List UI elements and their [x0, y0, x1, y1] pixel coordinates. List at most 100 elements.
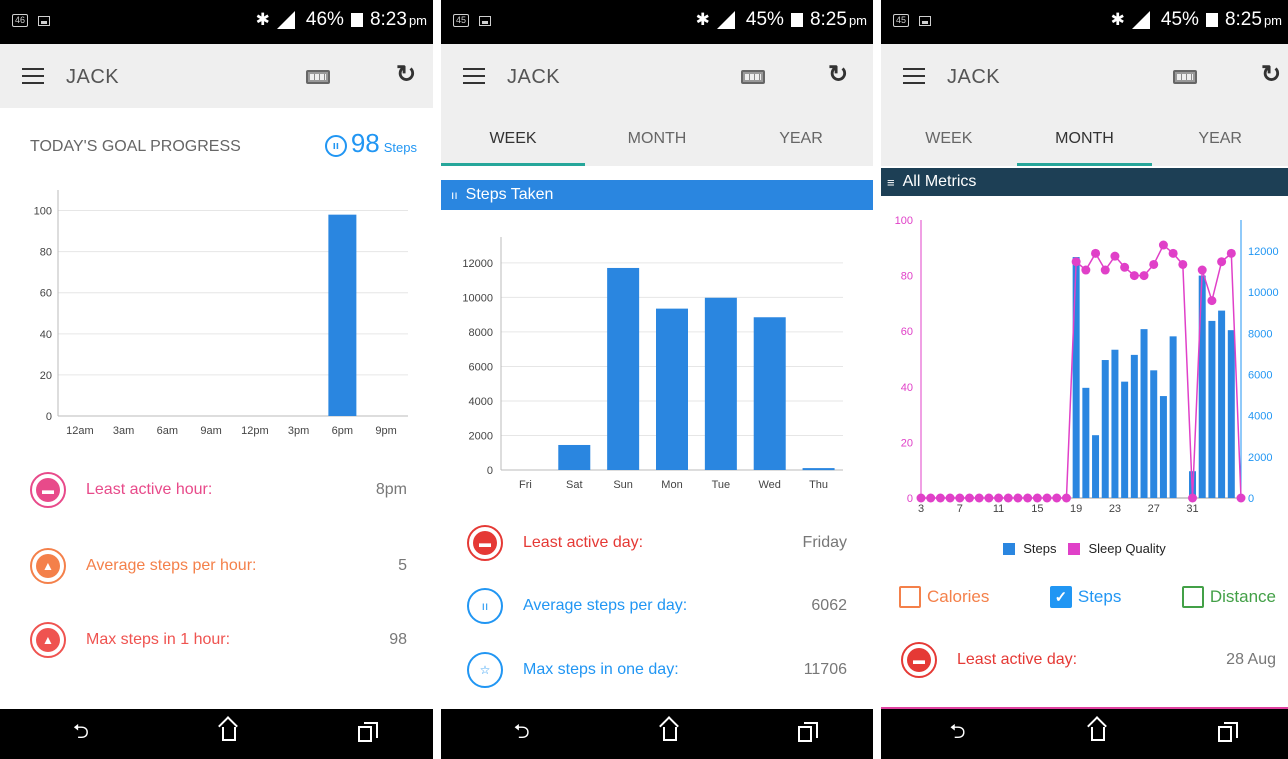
device-battery-icon[interactable] [306, 70, 330, 84]
app-title: JACK [947, 66, 1001, 88]
refresh-icon[interactable]: ↻ [396, 60, 416, 89]
menu-icon[interactable] [903, 68, 925, 84]
stat-row: ▬ Least active hour: 8pm [30, 470, 407, 510]
period-tabs: WEEK MONTH YEAR [881, 108, 1288, 166]
y-right-tick-label: 10000 [1248, 287, 1279, 299]
footsteps-icon: ıı [467, 588, 503, 624]
stat-label: Max steps in one day: [523, 661, 679, 678]
x-tick-label: Fri [519, 479, 532, 491]
refresh-icon[interactable]: ↻ [828, 60, 848, 89]
legend-sleep-quality: Sleep Quality [1088, 541, 1166, 556]
x-tick-label: 19 [1070, 503, 1082, 515]
weekly-steps-chart: 0 2000 4000 6000 8000 10000 12000 Fri Sat Sun Mon T… [462, 237, 843, 491]
sleep-quality-point [1178, 259, 1188, 269]
sleep-quality-point [964, 493, 974, 503]
x-tick-label: Tue [712, 479, 731, 491]
tab-year[interactable]: YEAR [729, 108, 873, 166]
home-icon[interactable] [222, 727, 237, 741]
steps-bar [1169, 336, 1177, 498]
back-icon[interactable]: ⮌ [502, 717, 542, 751]
back-icon[interactable]: ⮌ [938, 717, 978, 751]
battery-percent: 45% [1160, 9, 1199, 30]
steps-bar [1111, 349, 1119, 498]
y-right-tick-label: 12000 [1248, 246, 1279, 258]
notification-badge-icon: 46 [12, 14, 29, 27]
home-icon[interactable] [662, 727, 677, 741]
period-tabs: WEEK MONTH YEAR [441, 108, 873, 166]
home-icon[interactable] [1090, 727, 1105, 741]
x-tick-label: 23 [1109, 503, 1121, 515]
clock-ampm: pm [1263, 12, 1282, 28]
bluetooth-icon: ✱ [695, 10, 710, 29]
x-tick-label: Mon [661, 479, 682, 491]
checkbox-label: Distance [1209, 587, 1276, 606]
battery-status-icon [350, 13, 363, 27]
y-left-tick-label: 80 [901, 271, 913, 283]
y-tick-label: 10000 [462, 292, 493, 304]
checkbox-box[interactable] [899, 586, 921, 608]
y-left-tick-label: 0 [907, 493, 913, 505]
back-icon[interactable]: ⮌ [61, 717, 101, 751]
x-tick-label: Thu [809, 479, 828, 491]
device-battery-icon[interactable] [741, 70, 765, 84]
recent-apps-icon[interactable] [358, 722, 379, 742]
tab-year[interactable]: YEAR [1152, 108, 1288, 166]
bar [558, 444, 591, 470]
system-nav-bar: ⮌ [0, 709, 433, 759]
device-battery-icon[interactable] [1173, 70, 1197, 84]
sleep-quality-point [1100, 265, 1110, 275]
tab-week[interactable]: WEEK [441, 108, 585, 166]
bar [328, 214, 357, 416]
recent-apps-icon[interactable] [1217, 722, 1238, 742]
couch-icon: ▬ [30, 472, 66, 508]
sleep-quality-point [1013, 493, 1023, 503]
y-tick-label: 40 [40, 329, 52, 341]
distance-checkbox[interactable]: Distance [1181, 586, 1276, 608]
metric-toggles: Calories ✓ Steps Distance [899, 586, 1276, 608]
bar [607, 267, 640, 470]
steps-checkbox[interactable]: ✓ Steps [1049, 586, 1122, 608]
x-tick-label: Sun [613, 479, 633, 491]
y-tick-label: 60 [40, 288, 52, 300]
stat-value: 98 [389, 631, 407, 648]
refresh-icon[interactable]: ↻ [1261, 60, 1281, 89]
checkbox-box[interactable] [1181, 586, 1204, 608]
system-nav-bar: ⮌ [881, 709, 1288, 759]
y-left-tick-label: 60 [901, 326, 913, 338]
sleep-quality-point [945, 493, 955, 503]
x-tick-label: 31 [1186, 503, 1198, 515]
sleep-quality-point [1236, 493, 1246, 503]
calories-checkbox[interactable]: Calories [899, 586, 989, 608]
steps-taken-header: ıı Steps Taken [441, 180, 873, 210]
flame-icon: ▲ [30, 548, 66, 584]
menu-icon[interactable] [22, 68, 44, 84]
y-right-tick-label: 8000 [1248, 328, 1272, 340]
section-title: Steps Taken [465, 186, 554, 203]
sleep-quality-line [921, 243, 1242, 499]
x-tick-label: 3 [918, 503, 924, 515]
battery-percent: 45% [745, 9, 784, 30]
clock: 8:23 [369, 9, 407, 30]
system-nav-bar: ⮌ [441, 709, 873, 759]
y-tick-label: 0 [487, 465, 493, 477]
status-bar: 45 ✱ 45% 8:25 pm [881, 0, 1288, 44]
legend-swatch-steps [1003, 542, 1016, 555]
battery-status-icon [1205, 13, 1218, 27]
app-title: JACK [66, 66, 120, 88]
tab-month[interactable]: MONTH [585, 108, 729, 166]
footsteps-icon: ıı [324, 135, 347, 157]
checkbox-label: Steps [1077, 587, 1122, 606]
flame-icon: ▲ [30, 622, 66, 658]
menu-icon[interactable] [463, 68, 485, 84]
tab-week[interactable]: WEEK [881, 108, 1017, 166]
icon-glyph: ▬ [473, 531, 497, 555]
sleep-quality-point [1061, 493, 1071, 503]
recent-apps-icon[interactable] [798, 722, 819, 742]
x-tick-label: 6pm [332, 425, 353, 437]
steps-bar [1092, 435, 1100, 498]
tab-month[interactable]: MONTH [1016, 108, 1153, 166]
clock: 8:25 [809, 9, 847, 30]
legend-swatch-sleep [1068, 542, 1081, 555]
checkmark-icon[interactable]: ✓ [1049, 586, 1072, 608]
status-bar: 46 ✱ 46% 8:23 pm [0, 0, 433, 44]
